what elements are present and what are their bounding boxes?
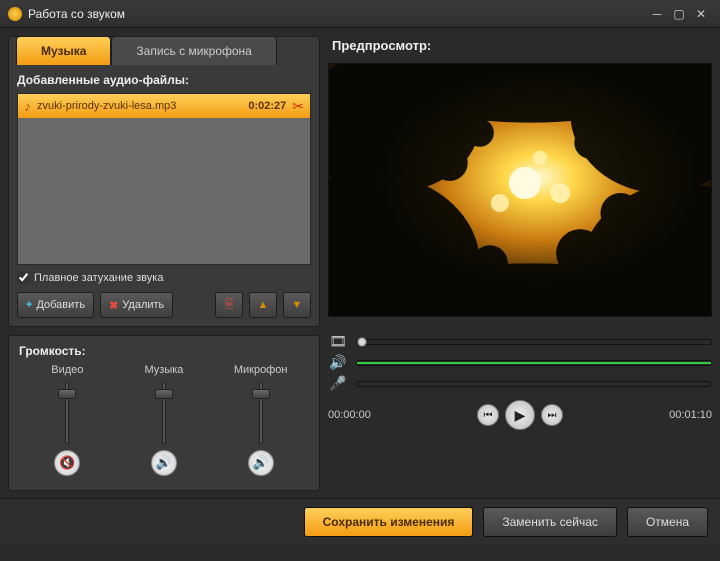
add-button[interactable]: + Добавить (17, 292, 94, 318)
prev-button[interactable]: ⏮ (477, 404, 499, 426)
replace-button[interactable]: Заменить сейчас (483, 507, 617, 537)
volume-video-slider[interactable] (65, 382, 69, 444)
files-header: Добавленные аудио-файлы: (17, 73, 311, 87)
play-button[interactable]: ▶ (505, 400, 535, 430)
file-icon: 🗎 (225, 296, 234, 315)
microphone-icon: 🎤 (328, 375, 348, 392)
volume-music-label: Музыка (145, 364, 184, 376)
footer: Сохранить изменения Заменить сейчас Отме… (0, 498, 720, 545)
preview-title: Предпросмотр: (328, 36, 712, 57)
time-current: 00:00:00 (328, 409, 388, 421)
mic-track[interactable] (356, 381, 712, 387)
arrow-up-icon: ▲ (258, 299, 269, 311)
fade-checkbox-row[interactable]: Плавное затухание звука (17, 271, 311, 284)
minimize-button[interactable]: ─ (646, 5, 668, 23)
cancel-button[interactable]: Отмена (627, 507, 708, 537)
volume-header: Громкость: (19, 344, 309, 358)
next-button[interactable]: ⏭ (541, 404, 563, 426)
tab-music[interactable]: Музыка (16, 36, 111, 65)
speaker-icon: 🔊 (328, 354, 348, 371)
delete-button[interactable]: ✖ Удалить (100, 292, 173, 318)
move-up-button[interactable]: ▲ (249, 292, 277, 318)
app-icon (8, 7, 22, 21)
x-icon: ✖ (109, 299, 118, 312)
maximize-button[interactable]: ▢ (668, 5, 690, 23)
blank-file-button[interactable]: 🗎 (215, 292, 243, 318)
file-item[interactable]: ♪ zvuki-prirody-zvuki-lesa.mp3 0:02:27 ✂ (18, 94, 310, 118)
plus-icon: + (26, 299, 32, 311)
volume-video-label: Видео (51, 364, 83, 376)
audio-track[interactable] (356, 360, 712, 366)
preview-area (328, 63, 712, 317)
arrow-down-icon: ▼ (292, 299, 303, 311)
music-note-icon: ♪ (24, 98, 31, 114)
window-title: Работа со звуком (28, 7, 646, 21)
video-track[interactable] (356, 339, 712, 345)
mute-music-button[interactable]: 🔊 (151, 450, 177, 476)
file-list[interactable]: ♪ zvuki-prirody-zvuki-lesa.mp3 0:02:27 ✂ (17, 93, 311, 265)
mute-mic-button[interactable]: 🔊 (248, 450, 274, 476)
close-button[interactable]: ✕ (690, 5, 712, 23)
fade-label: Плавное затухание звука (34, 272, 163, 284)
mute-video-button[interactable]: 🔇 (54, 450, 80, 476)
fade-checkbox[interactable] (17, 271, 30, 284)
save-button[interactable]: Сохранить изменения (304, 507, 474, 537)
trim-icon[interactable]: ✂ (292, 98, 304, 115)
time-total: 00:01:10 (652, 409, 712, 421)
file-name: zvuki-prirody-zvuki-lesa.mp3 (37, 100, 242, 112)
film-icon: 🎞 (328, 333, 348, 350)
audio-files-panel: Музыка Запись с микрофона Добавленные ау… (8, 36, 320, 327)
title-bar: Работа со звуком ─ ▢ ✕ (0, 0, 720, 28)
volume-mic-slider[interactable] (259, 382, 263, 444)
volume-mic-label: Микрофон (234, 364, 288, 376)
move-down-button[interactable]: ▼ (283, 292, 311, 318)
volume-panel: Громкость: Видео 🔇 Музыка 🔊 Микрофон 🔊 (8, 335, 320, 491)
tab-microphone[interactable]: Запись с микрофона (111, 36, 276, 65)
file-duration: 0:02:27 (248, 100, 286, 112)
volume-music-slider[interactable] (162, 382, 166, 444)
